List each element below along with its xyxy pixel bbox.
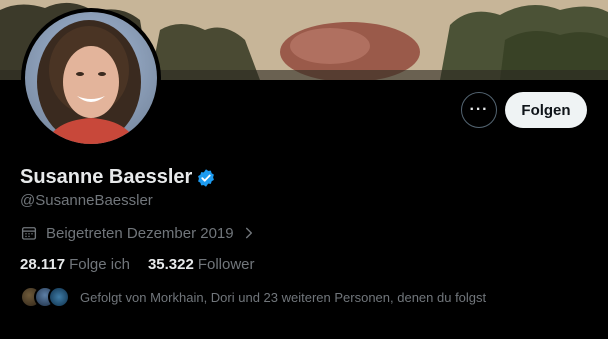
followed-by-link[interactable]: Gefolgt von Morkhain, Dori und 23 weiter…	[20, 286, 486, 308]
follow-button-label: Folgen	[521, 101, 571, 119]
profile-name-row: Susanne Baessler	[20, 166, 216, 189]
followed-by-text: Gefolgt von Morkhain, Dori und 23 weiter…	[80, 289, 487, 305]
mutual-followers-avatars	[20, 286, 70, 308]
following-link[interactable]: 28.117 Folge ich	[20, 256, 130, 273]
following-label: Folge ich	[69, 256, 130, 273]
followers-count: 35.322	[147, 256, 194, 273]
chevron-right-icon	[245, 227, 252, 239]
verified-badge-icon[interactable]	[196, 168, 216, 188]
joined-text: Beigetreten Dezember 2019	[46, 224, 234, 242]
profile-name: Susanne Baessler	[20, 166, 193, 188]
calendar-icon	[21, 227, 37, 240]
mutual-avatar	[48, 286, 70, 308]
profile-handle: @SusanneBaessler	[20, 192, 153, 209]
profile-stats: 28.117 Folge ich 35.322 Follower	[20, 256, 255, 273]
more-horizontal-icon: ···	[469, 101, 489, 118]
more-options-button[interactable]: ···	[461, 92, 497, 128]
following-count: 28.117	[20, 256, 66, 273]
followers-link[interactable]: 35.322 Follower	[148, 256, 255, 273]
joined-date[interactable]: Beigetreten Dezember 2019	[20, 224, 256, 242]
profile-avatar[interactable]	[21, 8, 161, 148]
avatar-photo	[25, 12, 157, 144]
follow-button[interactable]: Folgen	[505, 92, 587, 128]
followers-label: Follower	[197, 256, 255, 273]
